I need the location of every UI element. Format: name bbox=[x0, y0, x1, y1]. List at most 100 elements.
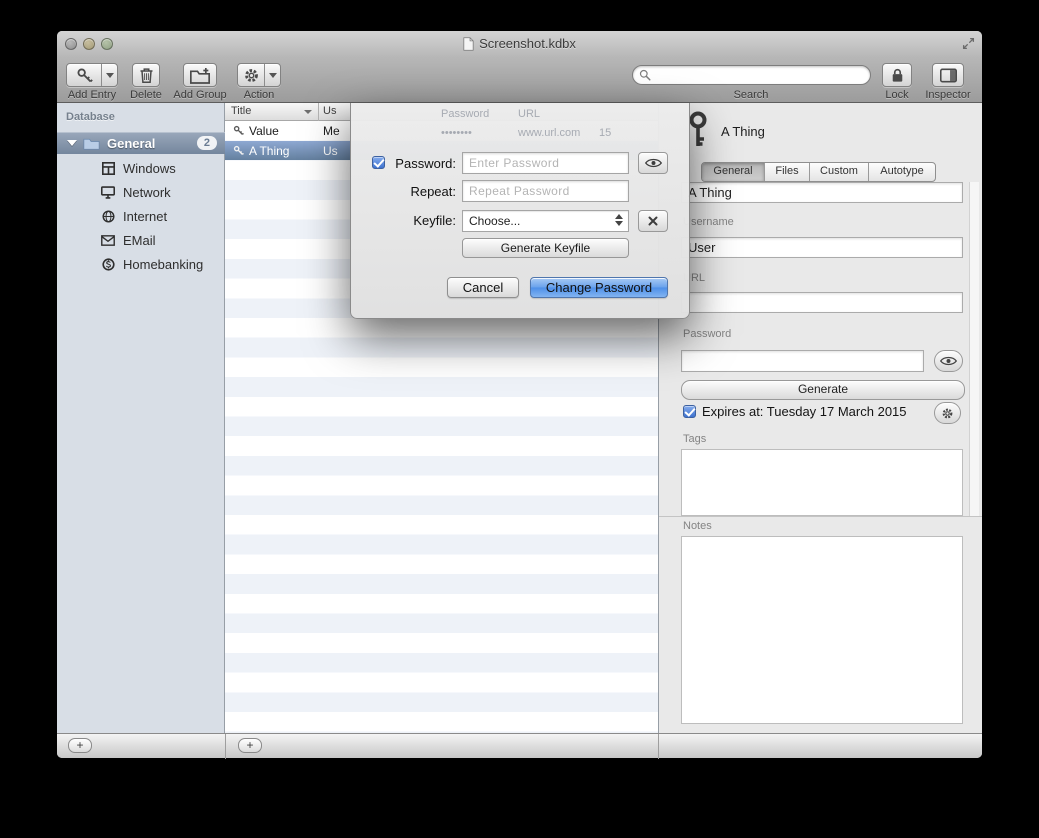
username-label: Username bbox=[683, 216, 734, 228]
inspector-label: Inspector bbox=[925, 89, 970, 101]
inspector-tabs: General Files Custom Autotype bbox=[701, 162, 936, 182]
coin-icon bbox=[100, 258, 116, 271]
keyfile-popup[interactable]: Choose... bbox=[462, 210, 629, 232]
username-field[interactable] bbox=[681, 237, 963, 258]
sidebar-item-label: Internet bbox=[123, 209, 167, 224]
sidebar-group-general[interactable]: General 2 bbox=[57, 132, 225, 154]
key-icon bbox=[233, 145, 244, 156]
group-label: General bbox=[107, 136, 197, 151]
lock-button[interactable] bbox=[882, 63, 912, 87]
section-divider bbox=[659, 516, 982, 517]
sidebar-item-internet[interactable]: Internet bbox=[57, 204, 225, 228]
key-icon bbox=[67, 64, 101, 86]
ghost-url-value: www.url.com bbox=[518, 127, 580, 139]
generate-keyfile-button[interactable]: Generate Keyfile bbox=[462, 238, 629, 258]
url-field[interactable] bbox=[681, 292, 963, 313]
entry-title-cell: A Thing bbox=[249, 144, 315, 158]
bottom-bar: + + bbox=[57, 733, 982, 758]
window-title: Screenshot.kdbx bbox=[479, 36, 576, 51]
add-entry-dropdown[interactable] bbox=[101, 64, 117, 86]
expires-settings-button[interactable] bbox=[934, 402, 961, 424]
inspector-scrollbar[interactable] bbox=[969, 182, 979, 516]
document-icon bbox=[463, 37, 474, 51]
sidebar-header: Database bbox=[66, 111, 115, 123]
popup-stepper-icon bbox=[615, 214, 623, 226]
app-window: Screenshot.kdbx Add Entry Delete bbox=[57, 31, 982, 758]
windows-icon bbox=[100, 162, 116, 175]
inspector-entry-title: A Thing bbox=[721, 124, 765, 139]
globe-icon bbox=[100, 210, 116, 223]
dialog-password-input[interactable] bbox=[462, 152, 629, 174]
sidebar-item-label: Network bbox=[123, 185, 171, 200]
action-dropdown[interactable] bbox=[264, 64, 280, 86]
eye-icon bbox=[645, 158, 662, 168]
add-group-plus-button[interactable]: + bbox=[68, 738, 92, 753]
sidebar-item-windows[interactable]: Windows bbox=[57, 156, 225, 180]
notes-label: Notes bbox=[683, 520, 712, 532]
titlebar[interactable]: Screenshot.kdbx bbox=[57, 31, 982, 57]
tags-field[interactable] bbox=[681, 449, 963, 516]
clear-keyfile-button[interactable] bbox=[638, 210, 668, 232]
reveal-password-button[interactable] bbox=[934, 350, 963, 372]
entry-title-cell: Value bbox=[249, 124, 315, 138]
keyfile-popup-value: Choose... bbox=[469, 214, 520, 228]
tab-files[interactable]: Files bbox=[764, 163, 809, 181]
tab-general[interactable]: General bbox=[702, 163, 764, 181]
desktop: Screenshot.kdbx Add Entry Delete bbox=[0, 0, 1039, 838]
sidebar-item-homebanking[interactable]: Homebanking bbox=[57, 252, 225, 276]
sort-indicator-icon bbox=[304, 110, 312, 114]
close-x-icon bbox=[648, 216, 658, 226]
add-entry-button[interactable] bbox=[66, 63, 118, 87]
envelope-icon bbox=[100, 235, 116, 246]
action-label: Action bbox=[244, 89, 275, 101]
title-field[interactable] bbox=[681, 182, 963, 203]
ghost-modified-value: 15 bbox=[599, 127, 611, 139]
dialog-keyfile-label: Keyfile: bbox=[381, 213, 456, 228]
column-header-username[interactable]: Us bbox=[323, 105, 336, 117]
inspector-toggle-button[interactable] bbox=[932, 63, 964, 87]
password-field[interactable] bbox=[681, 350, 924, 372]
ghost-password-column-header: Password bbox=[441, 108, 489, 120]
search-input[interactable] bbox=[655, 67, 864, 83]
inspector-panel-icon bbox=[940, 68, 957, 83]
sidebar-item-email[interactable]: EMail bbox=[57, 228, 225, 252]
ghost-url-column-header: URL bbox=[518, 108, 540, 120]
change-password-button[interactable]: Change Password bbox=[530, 277, 668, 298]
dialog-reveal-password-button[interactable] bbox=[638, 152, 668, 174]
action-button[interactable] bbox=[237, 63, 281, 87]
bottom-bar-divider bbox=[225, 734, 226, 759]
lock-label: Lock bbox=[885, 89, 908, 101]
toolbar: Add Entry Delete Add Group Action bbox=[57, 57, 982, 103]
add-group-label: Add Group bbox=[173, 89, 226, 101]
add-group-button[interactable] bbox=[183, 63, 217, 87]
dialog-repeat-input[interactable] bbox=[462, 180, 629, 202]
dialog-repeat-label: Repeat: bbox=[381, 184, 456, 199]
trash-icon bbox=[139, 67, 154, 84]
search-label: Search bbox=[734, 89, 769, 101]
add-entry-plus-button[interactable]: + bbox=[238, 738, 262, 753]
ghost-password-dots: •••••••• bbox=[441, 127, 472, 139]
search-field[interactable] bbox=[632, 65, 871, 85]
tab-autotype[interactable]: Autotype bbox=[868, 163, 935, 181]
gear-icon bbox=[238, 64, 264, 86]
folder-plus-icon bbox=[190, 67, 210, 84]
notes-field[interactable] bbox=[681, 536, 963, 724]
search-icon bbox=[639, 69, 651, 81]
bottom-bar-divider bbox=[658, 734, 659, 759]
disclosure-triangle-icon[interactable] bbox=[67, 140, 77, 146]
cancel-button[interactable]: Cancel bbox=[447, 277, 519, 298]
column-divider[interactable] bbox=[318, 103, 319, 121]
sidebar-item-network[interactable]: Network bbox=[57, 180, 225, 204]
sidebar: Database General 2 Windows Network bbox=[57, 103, 225, 733]
password-label: Password bbox=[683, 328, 731, 340]
generate-password-button[interactable]: Generate bbox=[681, 380, 965, 400]
expires-text: Expires at: Tuesday 17 March 2015 bbox=[702, 404, 907, 419]
resize-icon[interactable] bbox=[962, 37, 975, 50]
change-password-dialog: Password URL •••••••• www.url.com 15 Pas… bbox=[350, 103, 690, 319]
delete-button[interactable] bbox=[132, 63, 160, 87]
tab-custom[interactable]: Custom bbox=[809, 163, 868, 181]
folder-icon bbox=[83, 137, 100, 150]
column-header-title[interactable]: Title bbox=[231, 105, 251, 117]
group-count-badge: 2 bbox=[197, 136, 217, 150]
expires-checkbox[interactable] bbox=[683, 405, 696, 418]
